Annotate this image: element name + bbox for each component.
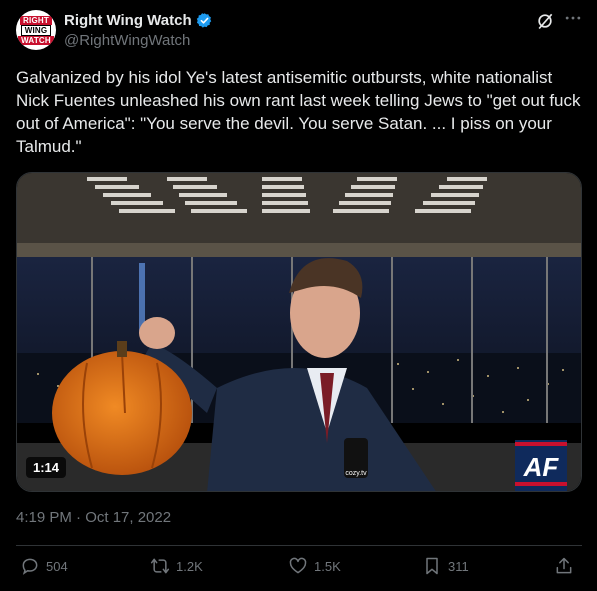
like-button[interactable]: 1.5K	[288, 556, 341, 576]
bookmark-icon	[426, 557, 438, 575]
reply-count: 504	[46, 558, 68, 574]
watermark-text: cozy.tv	[345, 470, 367, 477]
repost-button[interactable]: 1.2K	[150, 556, 203, 576]
af-logo: AF	[523, 452, 560, 482]
bookmark-count: 311	[448, 558, 469, 574]
avatar-line-1: RIGHT	[20, 15, 52, 25]
tweet-timestamp[interactable]: 4:19 PM · Oct 17, 2022	[16, 509, 171, 526]
share-icon	[556, 557, 572, 574]
like-count: 1.5K	[314, 558, 341, 574]
reply-icon	[22, 558, 38, 575]
avatar[interactable]: RIGHT WING WATCH	[16, 10, 56, 50]
video-duration: 1:14	[26, 457, 67, 478]
author-name-row: Right Wing Watch	[64, 12, 213, 29]
action-bar: 504 1.2K 1.5K 311	[16, 556, 582, 582]
avatar-line-3: WATCH	[18, 35, 54, 45]
share-button[interactable]	[554, 556, 574, 576]
author-handle[interactable]: @RightWingWatch	[64, 32, 190, 49]
tweet: RIGHT WING WATCH Right Wing Watch @Right…	[0, 0, 597, 591]
bookmark-button[interactable]: 311	[422, 556, 469, 576]
divider	[16, 545, 582, 546]
like-icon	[289, 557, 307, 574]
more-icon[interactable]	[563, 8, 583, 28]
repost-count: 1.2K	[176, 558, 203, 574]
video-player[interactable]: AF cozy.tv	[16, 172, 582, 492]
grok-icon[interactable]	[535, 11, 555, 31]
verified-badge-icon	[196, 13, 211, 28]
tweet-text: Galvanized by his idol Ye's latest antis…	[16, 68, 586, 156]
avatar-line-2: WING	[20, 24, 52, 36]
video-frame: AF cozy.tv	[17, 173, 581, 491]
author-name[interactable]: Right Wing Watch	[64, 12, 192, 29]
reply-button[interactable]: 504	[20, 556, 68, 576]
repost-icon	[150, 558, 170, 574]
